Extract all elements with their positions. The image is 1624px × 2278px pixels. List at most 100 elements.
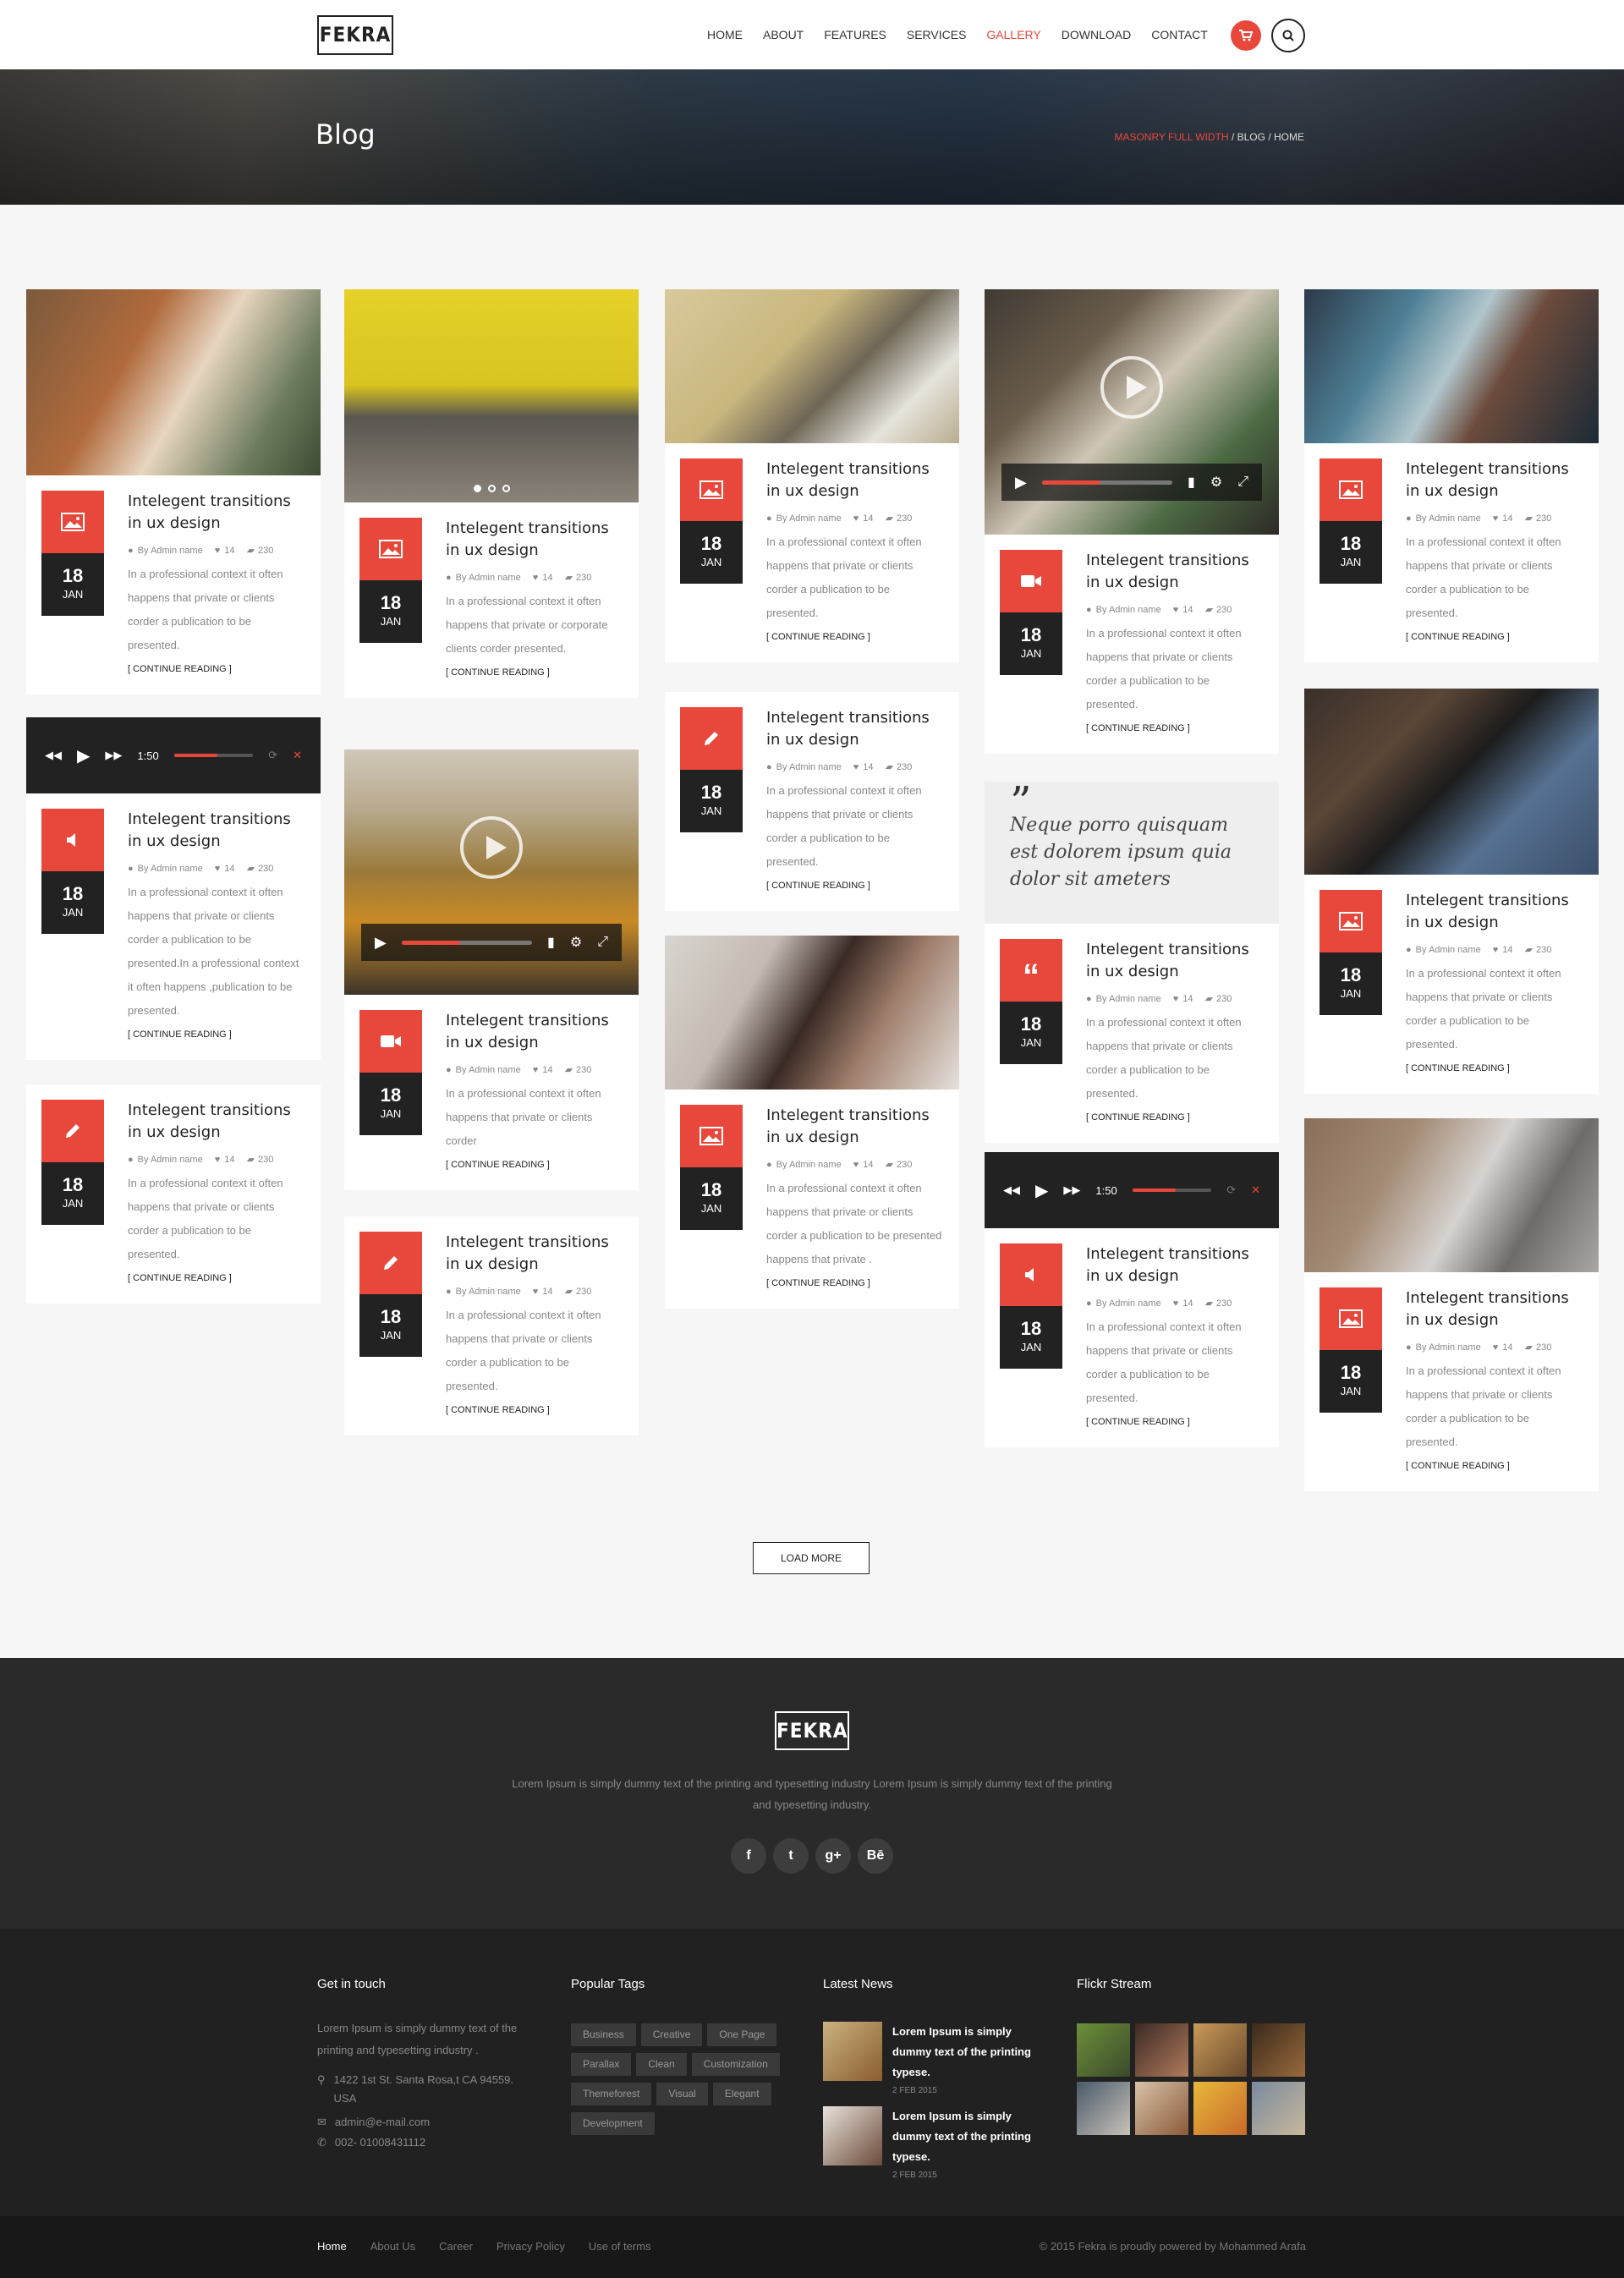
post-comments[interactable]: ▰ 230: [1204, 604, 1232, 616]
footer-link-career[interactable]: Career: [439, 2240, 473, 2253]
behance-icon[interactable]: Bē: [858, 1838, 893, 1874]
post-title[interactable]: Intelegent transitions in ux design: [1406, 1287, 1583, 1331]
continue-reading-link[interactable]: [ CONTINUE READING ]: [1086, 723, 1190, 733]
post-comments[interactable]: ▰ 230: [1204, 1298, 1232, 1309]
continue-reading-link[interactable]: [ CONTINUE READING ]: [1406, 1461, 1510, 1471]
nav-home[interactable]: HOME: [707, 28, 743, 41]
settings-gear-icon[interactable]: ⚙: [570, 934, 582, 951]
video-player[interactable]: ▶ ▮ ⚙ ⤢: [985, 289, 1279, 535]
continue-reading-link[interactable]: [ CONTINUE READING ]: [766, 1278, 870, 1288]
post-title[interactable]: Intelegent transitions in ux design: [446, 1010, 623, 1054]
post-comments[interactable]: ▰ 230: [246, 863, 273, 875]
post-title[interactable]: Intelegent transitions in ux design: [128, 491, 305, 535]
site-logo[interactable]: FEKRA: [317, 15, 393, 55]
contact-email[interactable]: ✉ admin@e-mail.com: [317, 2113, 537, 2132]
flickr-photo[interactable]: [1135, 2082, 1188, 2135]
video-player[interactable]: ▶ ▮ ⚙ ⤢: [344, 749, 639, 995]
video-progress[interactable]: [1041, 480, 1173, 485]
post-comments[interactable]: ▰ 230: [1204, 993, 1232, 1005]
nav-about[interactable]: ABOUT: [763, 28, 804, 41]
flickr-photo[interactable]: [1077, 2023, 1130, 2077]
continue-reading-link[interactable]: [ CONTINUE READING ]: [128, 1029, 232, 1040]
post-slider[interactable]: [344, 289, 639, 502]
post-likes[interactable]: ♥ 14: [533, 1065, 553, 1075]
post-author[interactable]: ● By Admin name: [1086, 994, 1161, 1004]
continue-reading-link[interactable]: [ CONTINUE READING ]: [446, 667, 550, 678]
post-comments[interactable]: ▰ 230: [1524, 513, 1551, 524]
post-comments[interactable]: ▰ 230: [246, 545, 273, 557]
shuffle-icon[interactable]: ✕: [293, 749, 302, 762]
post-comments[interactable]: ▰ 230: [564, 572, 591, 584]
post-title[interactable]: Intelegent transitions in ux design: [1086, 550, 1264, 594]
load-more-button[interactable]: LOAD MORE: [753, 1542, 870, 1574]
post-author[interactable]: ● By Admin name: [128, 1155, 203, 1165]
post-comments[interactable]: ▰ 230: [885, 761, 912, 773]
post-title[interactable]: Intelegent transitions in ux design: [128, 809, 305, 853]
post-title[interactable]: Intelegent transitions in ux design: [1086, 939, 1264, 983]
continue-reading-link[interactable]: [ CONTINUE READING ]: [446, 1160, 550, 1170]
post-author[interactable]: ● By Admin name: [128, 864, 203, 874]
tag[interactable]: Visual: [656, 2083, 708, 2105]
nav-contact[interactable]: CONTACT: [1151, 28, 1208, 41]
tag[interactable]: One Page: [707, 2023, 777, 2046]
news-item[interactable]: Lorem Ipsum is simply dummy text of the …: [823, 2022, 1051, 2095]
shuffle-icon[interactable]: ✕: [1251, 1183, 1260, 1197]
play-icon[interactable]: ▶: [77, 745, 90, 766]
forward-icon[interactable]: ▶▶: [1063, 1183, 1080, 1197]
post-likes[interactable]: ♥ 14: [1493, 945, 1513, 955]
post-title[interactable]: Intelegent transitions in ux design: [128, 1100, 305, 1144]
flickr-photo[interactable]: [1193, 2023, 1247, 2077]
post-title[interactable]: Intelegent transitions in ux design: [446, 1232, 623, 1276]
breadcrumb-blog[interactable]: BLOG: [1237, 131, 1265, 143]
post-image[interactable]: [665, 289, 959, 443]
post-likes[interactable]: ♥ 14: [215, 864, 235, 874]
post-title[interactable]: Intelegent transitions in ux design: [766, 458, 944, 502]
post-title[interactable]: Intelegent transitions in ux design: [766, 1105, 944, 1149]
post-author[interactable]: ● By Admin name: [1406, 513, 1481, 524]
post-author[interactable]: ● By Admin name: [128, 546, 203, 556]
play-overlay-icon[interactable]: [1100, 356, 1163, 419]
flickr-photo[interactable]: [1252, 2082, 1305, 2135]
post-title[interactable]: Intelegent transitions in ux design: [1086, 1243, 1264, 1287]
flickr-photo[interactable]: [1252, 2023, 1305, 2077]
post-likes[interactable]: ♥ 14: [1173, 1298, 1193, 1309]
tag[interactable]: Clean: [636, 2053, 687, 2076]
post-comments[interactable]: ▰ 230: [885, 513, 912, 524]
post-title[interactable]: Intelegent transitions in ux design: [1406, 458, 1583, 502]
post-author[interactable]: ● By Admin name: [446, 1287, 521, 1297]
breadcrumb-home[interactable]: HOME: [1274, 131, 1304, 143]
tag[interactable]: Creative: [640, 2023, 703, 2046]
footer-logo[interactable]: FEKRA: [775, 1711, 849, 1750]
post-image[interactable]: [1304, 689, 1599, 875]
post-author[interactable]: ● By Admin name: [1406, 945, 1481, 955]
post-author[interactable]: ● By Admin name: [766, 1160, 842, 1170]
volume-icon[interactable]: ▮: [1188, 474, 1195, 491]
play-overlay-icon[interactable]: [460, 816, 523, 879]
post-comments[interactable]: ▰ 230: [885, 1159, 912, 1171]
post-author[interactable]: ● By Admin name: [446, 573, 521, 583]
continue-reading-link[interactable]: [ CONTINUE READING ]: [1086, 1417, 1190, 1427]
play-icon[interactable]: ▶: [1035, 1180, 1048, 1201]
post-likes[interactable]: ♥ 14: [215, 1155, 235, 1165]
continue-reading-link[interactable]: [ CONTINUE READING ]: [128, 1273, 232, 1283]
continue-reading-link[interactable]: [ CONTINUE READING ]: [766, 881, 870, 891]
tag[interactable]: Business: [571, 2023, 636, 2046]
continue-reading-link[interactable]: [ CONTINUE READING ]: [1406, 1063, 1510, 1073]
continue-reading-link[interactable]: [ CONTINUE READING ]: [446, 1405, 550, 1415]
post-author[interactable]: ● By Admin name: [1086, 605, 1161, 615]
post-likes[interactable]: ♥ 14: [215, 546, 235, 556]
tag[interactable]: Themeforest: [571, 2083, 652, 2105]
nav-download[interactable]: DOWNLOAD: [1062, 28, 1131, 41]
post-author[interactable]: ● By Admin name: [1086, 1298, 1161, 1309]
post-likes[interactable]: ♥ 14: [533, 573, 553, 583]
post-title[interactable]: Intelegent transitions in ux design: [766, 707, 944, 751]
fullscreen-icon[interactable]: ⤢: [597, 935, 608, 950]
search-button[interactable]: [1271, 19, 1305, 52]
post-comments[interactable]: ▰ 230: [564, 1286, 591, 1298]
post-comments[interactable]: ▰ 230: [564, 1064, 591, 1076]
post-comments[interactable]: ▰ 230: [246, 1154, 273, 1166]
post-comments[interactable]: ▰ 230: [1524, 944, 1551, 956]
post-author[interactable]: ● By Admin name: [446, 1065, 521, 1075]
news-item[interactable]: Lorem Ipsum is simply dummy text of the …: [823, 2106, 1051, 2180]
google-plus-icon[interactable]: g+: [815, 1838, 851, 1874]
